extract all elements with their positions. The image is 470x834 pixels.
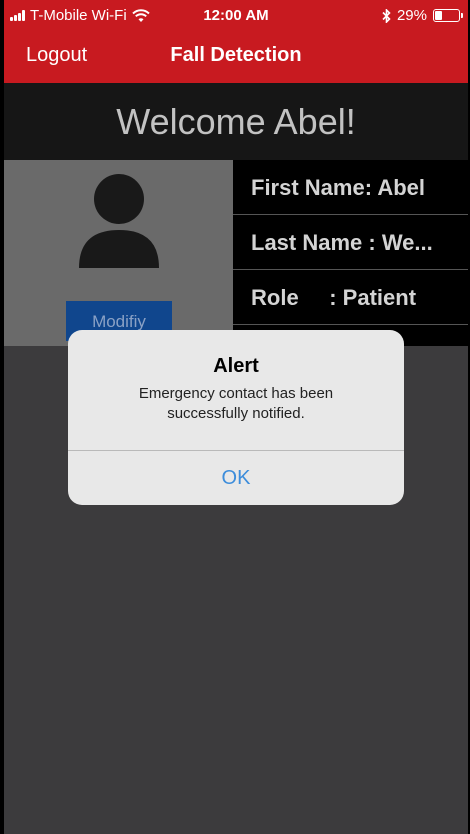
alert-message: Emergency contact has been successfully … xyxy=(138,385,334,422)
battery-percent: 29% xyxy=(396,7,427,24)
bluetooth-icon xyxy=(382,8,391,23)
header-bar: T-Mobile Wi-Fi 12:00 AM 29% Logout Fall … xyxy=(4,0,468,83)
navigation-bar: Logout Fall Detection xyxy=(4,32,468,83)
phone-screen: T-Mobile Wi-Fi 12:00 AM 29% Logout Fall … xyxy=(4,0,468,834)
alert-title: Alert xyxy=(213,355,259,377)
battery-icon xyxy=(433,9,463,22)
avatar-panel: Modifiy xyxy=(4,160,233,346)
welcome-text: Welcome Abel! xyxy=(116,101,356,142)
last-name-field: Last Name : We... xyxy=(233,215,468,270)
status-right: 29% xyxy=(382,7,463,24)
role-field: Role : Patient xyxy=(233,270,468,325)
status-bar: T-Mobile Wi-Fi 12:00 AM 29% xyxy=(4,0,468,32)
first-name-field: First Name: Abel xyxy=(233,160,468,215)
welcome-banner: Welcome Abel! xyxy=(4,83,468,160)
page-title: Fall Detection xyxy=(170,44,302,66)
alert-dialog: Alert Emergency contact has been success… xyxy=(68,330,404,505)
profile-info: First Name: Abel Last Name : We... Role … xyxy=(233,160,468,346)
alert-ok-button[interactable]: OK xyxy=(68,451,404,505)
battery-fill xyxy=(435,11,442,20)
user-avatar-icon xyxy=(79,174,159,268)
